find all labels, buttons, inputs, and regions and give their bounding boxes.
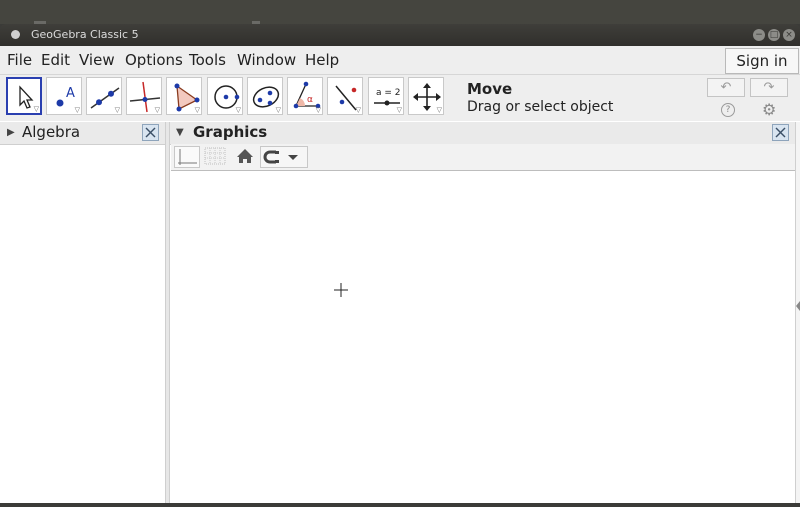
close-window-icon[interactable]: ×	[783, 29, 795, 41]
axes-icon	[178, 149, 197, 165]
standard-view-button[interactable]	[233, 146, 259, 168]
angle-tool-button[interactable]: α ▽	[287, 77, 323, 115]
close-icon	[145, 127, 156, 138]
menu-options[interactable]: Options	[125, 51, 183, 69]
menu-edit[interactable]: Edit	[41, 51, 70, 69]
graphics-panel-header: ▼ Graphics	[170, 122, 795, 145]
move-graphics-view-tool-button[interactable]: ▽	[408, 77, 444, 115]
menu-bar: File Edit View Options Tools Window Help…	[0, 46, 800, 75]
graphics-collapse-icon[interactable]: ▼	[176, 127, 184, 138]
perpendicular-line-tool-button[interactable]: ▽	[126, 77, 162, 115]
algebra-title: Algebra	[22, 123, 81, 141]
desktop-top-strip	[0, 0, 800, 24]
menu-tools[interactable]: Tools	[189, 51, 226, 69]
toolbar: ▽ A ▽ ▽ ▽ ▽ ▽ ▽ α ▽ ▽ a = 2 ▽ ▽ Move Dra…	[0, 75, 800, 121]
undo-icon: ↶	[720, 80, 732, 95]
window-titlebar: GeoGebra Classic 5 − □ ×	[0, 24, 800, 46]
selected-tool-name: Move	[467, 80, 513, 98]
menu-file[interactable]: File	[7, 51, 32, 69]
redo-icon: ↷	[763, 80, 775, 95]
reflect-tool-button[interactable]: ▽	[327, 77, 363, 115]
minimize-icon[interactable]: −	[753, 29, 765, 41]
algebra-expand-icon[interactable]: ▶	[7, 127, 15, 138]
slider-tool-button[interactable]: a = 2 ▽	[368, 77, 404, 115]
algebra-close-button[interactable]	[142, 124, 159, 141]
home-icon	[237, 149, 253, 163]
selected-tool-help: Drag or select object	[467, 99, 614, 115]
point-tool-button[interactable]: A ▽	[46, 77, 82, 115]
ellipse-tool-button[interactable]: ▽	[247, 77, 283, 115]
magnet-icon	[263, 150, 298, 164]
close-icon	[775, 127, 786, 138]
menu-help[interactable]: Help	[305, 51, 339, 69]
gear-icon[interactable]: ⚙	[762, 100, 776, 119]
panel-divider[interactable]	[165, 122, 170, 503]
grid-icon	[204, 147, 226, 165]
menu-view[interactable]: View	[79, 51, 115, 69]
move-tool-button[interactable]: ▽	[6, 77, 42, 115]
redo-button[interactable]: ↷	[750, 78, 788, 97]
undo-button[interactable]: ↶	[707, 78, 745, 97]
polygon-tool-button[interactable]: ▽	[166, 77, 202, 115]
graphics-canvas[interactable]	[171, 171, 795, 503]
line-tool-button[interactable]: ▽	[86, 77, 122, 115]
chevron-down-icon	[288, 155, 298, 160]
circle-tool-button[interactable]: ▽	[207, 77, 243, 115]
help-icon[interactable]: ?	[721, 103, 735, 117]
toggle-axes-button[interactable]	[174, 146, 200, 168]
graphics-style-bar	[171, 144, 795, 171]
point-label: A	[66, 86, 75, 101]
expand-left-icon	[796, 301, 800, 311]
maximize-icon[interactable]: □	[768, 29, 780, 41]
graphics-close-button[interactable]	[772, 124, 789, 141]
angle-label: α	[307, 95, 313, 105]
slider-label: a = 2	[376, 88, 401, 98]
window-title: GeoGebra Classic 5	[31, 28, 139, 41]
toggle-grid-button[interactable]	[203, 146, 229, 168]
point-capturing-dropdown[interactable]	[260, 146, 308, 168]
graphics-title: Graphics	[193, 123, 268, 141]
right-panel-edge[interactable]	[795, 122, 800, 503]
sign-in-button[interactable]: Sign in	[725, 48, 799, 74]
crosshair-cursor-icon	[334, 283, 348, 297]
app-icon	[11, 30, 20, 39]
algebra-panel-header: ▶ Algebra	[0, 122, 165, 145]
menu-window[interactable]: Window	[237, 51, 296, 69]
